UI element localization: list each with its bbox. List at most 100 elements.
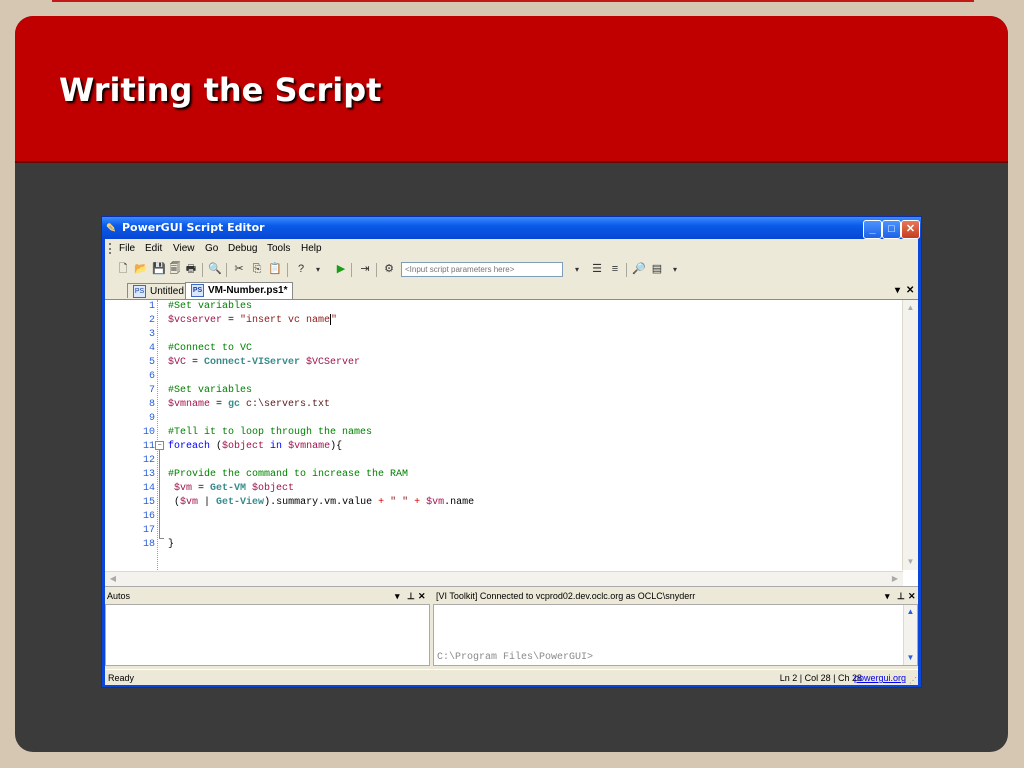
cut-icon[interactable]: ✂ (231, 262, 247, 277)
menu-view[interactable]: View (173, 243, 195, 254)
code-line: $VC = Connect-VIServer $VCServer (168, 356, 360, 370)
code-editor[interactable]: 1 2 3 4 5 6 7 8 9 10 11 12 13 14 15 16 1 (105, 300, 918, 587)
toolbar-separator (226, 263, 227, 277)
toolbar-separator (202, 263, 203, 277)
menubar-grip (109, 243, 113, 254)
pin-icon[interactable]: ⊥ (407, 589, 415, 603)
code-token: $object (222, 441, 265, 452)
pane-close-icon[interactable]: ✕ (418, 589, 426, 603)
new-file-icon[interactable]: 🗋 (115, 262, 131, 277)
tab-vm-number[interactable]: PS VM-Number.ps1* (185, 282, 294, 299)
zoom-icon[interactable]: 🔎 (631, 262, 647, 277)
toolbar-separator (287, 263, 288, 277)
menu-go[interactable]: Go (205, 243, 218, 254)
powershell-console[interactable]: C:\Program Files\PowerGUI> ▲ ▼ (433, 604, 918, 666)
code-token: $vm (180, 497, 199, 508)
resize-grip-icon[interactable]: ⋰ (909, 673, 917, 689)
copy-icon[interactable]: ⎘ (249, 262, 265, 277)
code-token: $VC (168, 357, 187, 368)
tab-list-dropdown-icon[interactable]: ▾ (895, 285, 900, 296)
code-line: ($vm | Get-View).summary.vm.value + " " … (168, 496, 474, 510)
editor-vertical-scrollbar[interactable]: ▲ ▼ (902, 300, 918, 570)
script-file-icon: PS (133, 285, 146, 298)
fold-end (159, 538, 164, 539)
code-token: = (210, 399, 229, 410)
window-titlebar[interactable]: ✎ PowerGUI Script Editor _ □ ✕ (102, 217, 921, 239)
code-token: Get-View (216, 497, 265, 508)
indent-icon[interactable]: ☰ (589, 262, 605, 277)
scroll-down-icon[interactable]: ▼ (905, 556, 916, 568)
code-token: $vm (168, 483, 193, 494)
code-token: ( (210, 441, 223, 452)
paste-icon[interactable]: 📋 (267, 262, 283, 277)
help-icon[interactable]: ? (293, 262, 309, 277)
code-token: Get-VM (210, 483, 247, 494)
line-number-gutter: 1 2 3 4 5 6 7 8 9 10 11 12 13 14 15 16 1 (105, 300, 157, 570)
minimize-button[interactable]: _ (863, 220, 882, 239)
code-token: $VCServer (300, 357, 361, 368)
snippet-icon[interactable]: ▤ (649, 262, 665, 277)
code-token: "insert vc name (240, 315, 331, 327)
editor-horizontal-scrollbar[interactable]: ◀ ▶ (105, 571, 903, 586)
step-icon[interactable]: ⇥ (357, 262, 373, 277)
code-token: | (198, 497, 217, 508)
code-token: " " (384, 497, 415, 508)
powergui-window: ✎ PowerGUI Script Editor _ □ ✕ File Edit… (101, 216, 922, 688)
close-button[interactable]: ✕ (901, 220, 920, 239)
print-icon[interactable]: 🖶 (183, 262, 199, 277)
menu-file[interactable]: File (119, 243, 135, 254)
scroll-up-icon[interactable]: ▲ (905, 302, 916, 314)
cursor-position: Ln 2 | Col 28 | Ch 28 (779, 673, 862, 683)
menu-edit[interactable]: Edit (145, 243, 162, 254)
console-scrollbar[interactable]: ▲ ▼ (903, 605, 917, 665)
save-all-icon[interactable]: 🗐 (167, 262, 183, 277)
tab-untitled[interactable]: PS Untitled (127, 283, 190, 298)
line-number: 1 (148, 301, 155, 312)
params-dropdown-icon[interactable]: ▾ (569, 262, 585, 277)
menu-help[interactable]: Help (301, 243, 322, 254)
menu-tools[interactable]: Tools (267, 243, 290, 254)
parameters-icon[interactable]: ⚙ (381, 262, 397, 277)
open-folder-icon[interactable]: 📂 (133, 262, 149, 277)
status-bar: Ready Ln 2 | Col 28 | Ch 28 powergui.org… (105, 669, 918, 686)
maximize-button[interactable]: □ (882, 220, 901, 239)
run-icon[interactable]: ▶ (333, 262, 349, 277)
line-number: 5 (148, 357, 155, 368)
pin-icon[interactable]: ⊥ (897, 589, 905, 603)
line-number: 16 (142, 511, 155, 522)
status-text: Ready (108, 673, 135, 683)
tab-close-icon[interactable]: ✕ (906, 285, 914, 296)
script-file-icon: PS (191, 284, 204, 297)
scroll-down-icon[interactable]: ▼ (905, 652, 916, 664)
console-pane-title: [VI Toolkit] Connected to vcprod02.dev.o… (436, 591, 696, 601)
scroll-right-icon[interactable]: ▶ (889, 573, 901, 585)
code-token: ){ (330, 441, 343, 452)
line-number: 14 (142, 483, 155, 494)
code-line: #Set variables (168, 385, 253, 396)
pane-menu-icon[interactable]: ▾ (885, 589, 890, 603)
overflow-dropdown-icon[interactable]: ▾ (667, 262, 683, 277)
document-tabs: PS Untitled PS VM-Number.ps1* ▾ ✕ (105, 282, 918, 300)
pane-menu-icon[interactable]: ▾ (395, 589, 400, 603)
collapse-block-icon[interactable]: − (155, 441, 164, 450)
line-number: 4 (148, 343, 155, 354)
line-number: 15 (142, 497, 155, 508)
code-token: .name (444, 497, 475, 508)
line-number: 8 (148, 399, 155, 410)
menu-debug[interactable]: Debug (228, 243, 257, 254)
dropdown-arrow-icon[interactable]: ▾ (310, 262, 326, 277)
find-icon[interactable]: 🔍 (207, 262, 223, 277)
line-number: 6 (148, 371, 155, 382)
script-parameters-input[interactable] (401, 262, 563, 277)
code-token: = (186, 357, 205, 368)
outdent-icon[interactable]: ≡ (607, 262, 623, 277)
scroll-left-icon[interactable]: ◀ (107, 573, 119, 585)
save-icon[interactable]: 💾 (151, 262, 167, 277)
code-line: #Provide the command to increase the RAM (168, 469, 409, 480)
pane-close-icon[interactable]: ✕ (908, 589, 916, 603)
powergui-link[interactable]: powergui.org (854, 670, 906, 686)
autos-pane[interactable] (105, 604, 430, 666)
line-number: 7 (148, 385, 155, 396)
scroll-up-icon[interactable]: ▲ (905, 606, 916, 618)
autos-pane-title: Autos (107, 591, 131, 601)
